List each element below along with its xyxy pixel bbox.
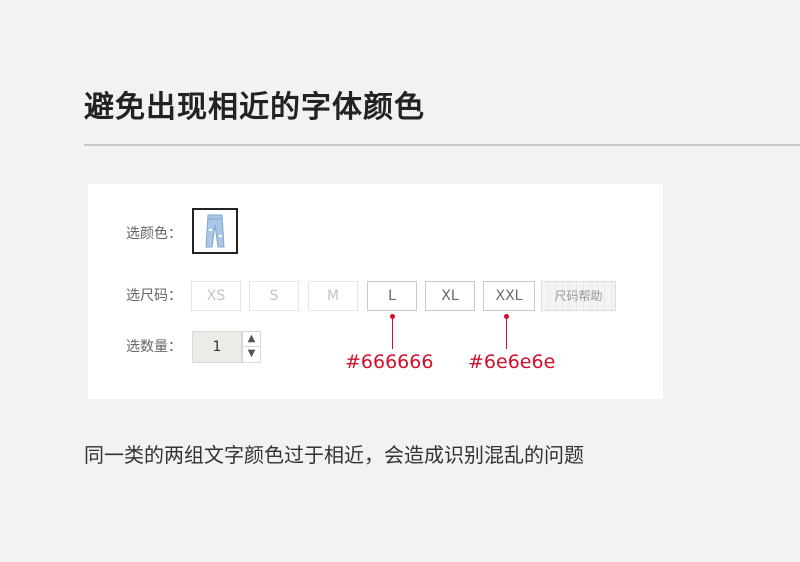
chevron-up-icon[interactable]: ▲ xyxy=(242,331,261,347)
title-divider xyxy=(84,144,800,146)
caption-text: 同一类的两组文字颜色过于相近，会造成识别混乱的问题 xyxy=(84,443,584,467)
quantity-input[interactable]: 1 xyxy=(192,331,242,363)
jeans-thumbnail-icon xyxy=(205,214,225,248)
size-button-l[interactable]: L xyxy=(367,281,417,311)
annotation-color-l: #666666 xyxy=(345,351,434,373)
size-button-m[interactable]: M xyxy=(308,281,358,311)
size-button-s[interactable]: S xyxy=(249,281,299,311)
page-title: 避免出现相近的字体颜色 xyxy=(84,90,425,125)
quantity-label: 选数量： xyxy=(126,339,182,355)
color-label: 选颜色： xyxy=(126,226,182,242)
chevron-down-icon[interactable]: ▼ xyxy=(242,347,261,363)
size-button-xl[interactable]: XL xyxy=(425,281,475,311)
size-button-xxl[interactable]: XXL xyxy=(483,281,535,311)
size-help-button[interactable]: 尺码帮助 xyxy=(541,281,616,311)
marker-line-xxl xyxy=(506,317,507,349)
color-swatch-jeans[interactable] xyxy=(192,208,238,254)
marker-line-l xyxy=(392,317,393,349)
size-button-xs[interactable]: XS xyxy=(191,281,241,311)
size-label: 选尺码： xyxy=(126,288,182,304)
product-options-panel: 选颜色： 选尺码： XS S M L XL XXL 尺码帮助 选数量： 1 ▲ … xyxy=(88,184,663,399)
annotation-color-xxl: #6e6e6e xyxy=(468,351,556,373)
